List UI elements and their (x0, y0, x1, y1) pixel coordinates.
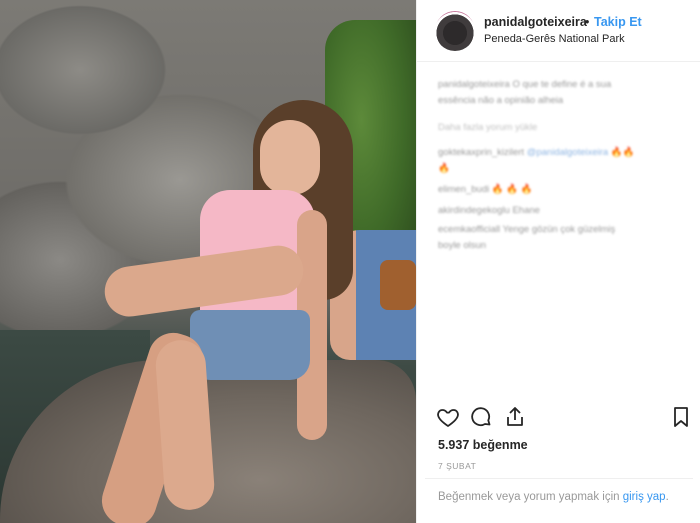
comment-mention[interactable]: @panidalgoteixeira (527, 147, 608, 158)
comment-emoji: 🔥 🔥 🔥 (491, 184, 533, 195)
like-count[interactable]: 5.937 beğenme (438, 438, 528, 452)
comment-item: ecemkaofficiall Yenge gözün çok güzelmiş (438, 224, 616, 235)
comment-user[interactable]: goktekaxprin_kizilert (438, 147, 524, 158)
post-photo[interactable] (0, 0, 416, 523)
denim-shorts (190, 310, 310, 380)
comment-emoji: 🔥🔥 (610, 147, 635, 158)
post-date: 7 ŞUBAT (438, 461, 477, 471)
person-figure (95, 100, 355, 523)
username-link[interactable]: panidalgoteixeira (484, 15, 587, 29)
comments-list: panidalgoteixeira O que te define é a su… (438, 78, 688, 255)
comment-icon[interactable] (469, 405, 495, 431)
login-link[interactable]: giriş yap (623, 491, 666, 503)
action-bar (436, 405, 688, 433)
comment-item: boyle olsun (438, 240, 487, 251)
follow-button[interactable]: Takip Et (594, 15, 642, 29)
login-prompt: Beğenmek veya yorum yapmak için giriş ya… (438, 490, 683, 505)
face (260, 120, 320, 195)
post-side-panel: panidalgoteixeira • Takip Et Peneda-Gerê… (416, 0, 700, 523)
separator-dot: • (585, 15, 590, 29)
share-icon[interactable] (503, 405, 529, 431)
avatar[interactable] (435, 11, 475, 51)
location-link[interactable]: Peneda-Gerês National Park (484, 33, 625, 45)
load-more-comments[interactable]: Daha fazla yorum yükle (438, 121, 688, 134)
divider (425, 478, 693, 479)
bookmark-icon[interactable] (669, 405, 695, 431)
post-header: panidalgoteixeira • Takip Et Peneda-Gerê… (417, 0, 700, 62)
comment-user[interactable]: elimen_budi (438, 184, 489, 195)
login-prompt-text: Beğenmek veya yorum yapmak için (438, 491, 620, 503)
heart-icon[interactable] (436, 405, 462, 431)
comment-item: akirdindegekoglu Ehane (438, 205, 540, 216)
login-prompt-suffix: . (665, 491, 669, 503)
caption-line: essência não a opinião alheia (438, 95, 564, 106)
comment-item: goktekaxprin_kizilert @panidalgoteixeira… (438, 146, 688, 159)
bag (380, 260, 416, 310)
caption-line: panidalgoteixeira O que te define é a su… (438, 79, 612, 90)
comment-item: elimen_budi 🔥 🔥 🔥 (438, 183, 688, 196)
comment-item: 🔥 (438, 163, 450, 174)
